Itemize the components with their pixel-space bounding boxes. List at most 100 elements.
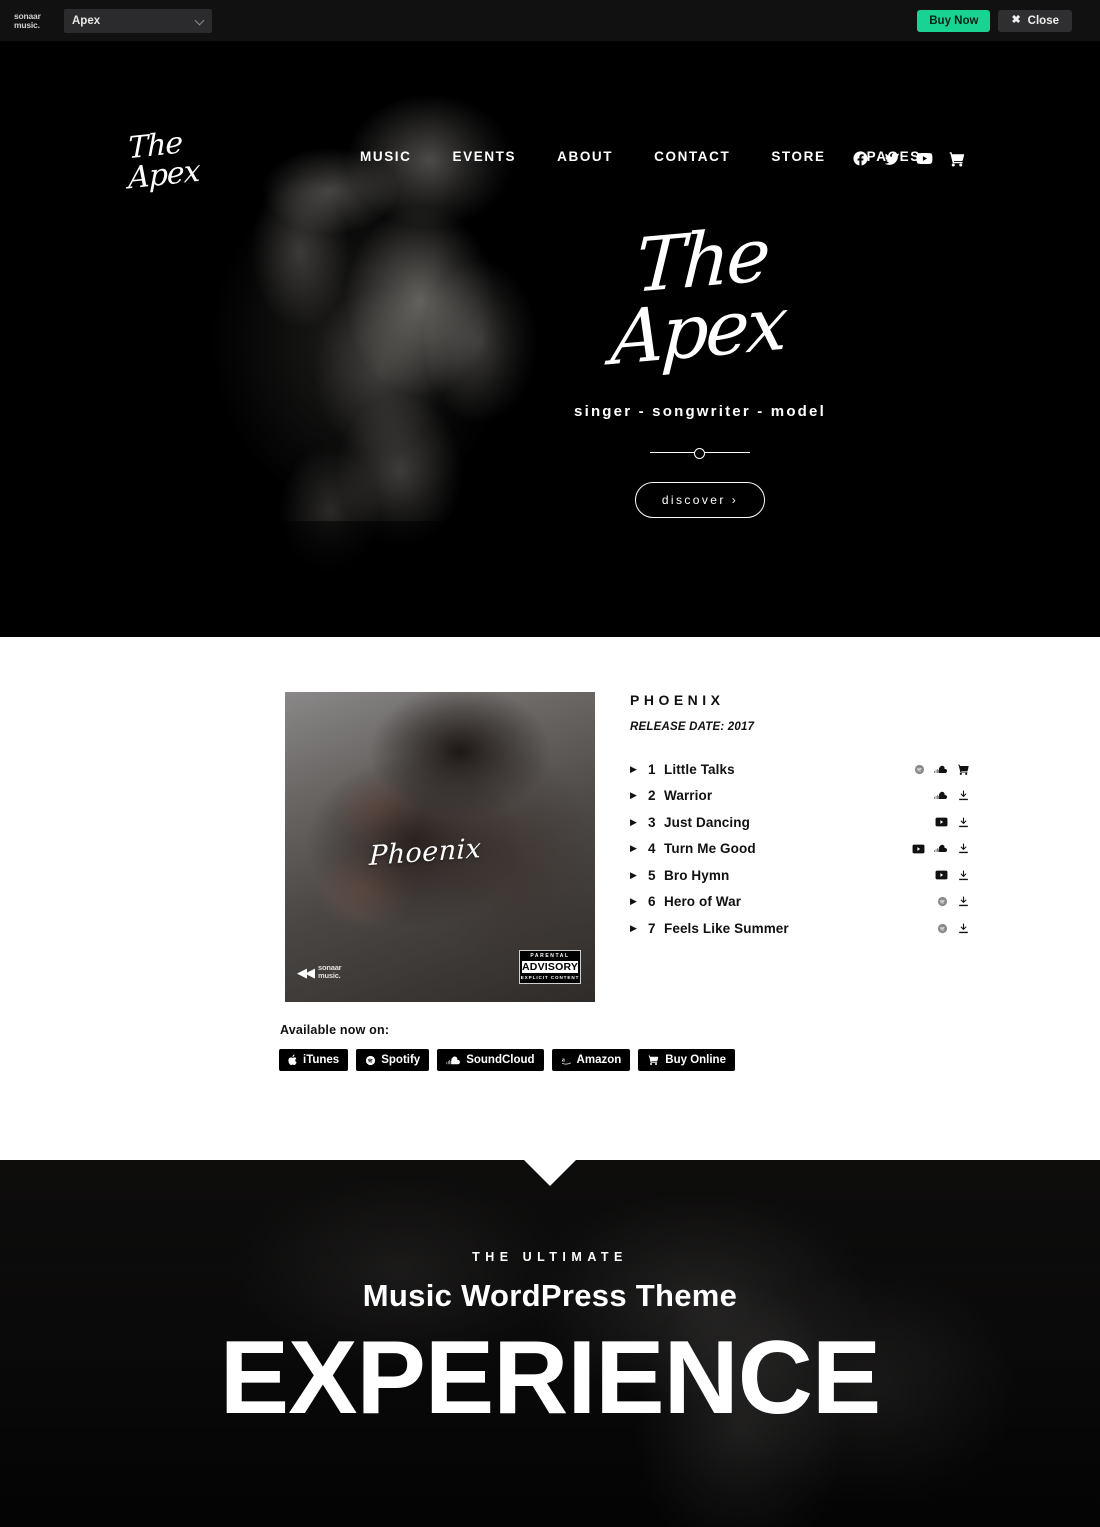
track-actions [892, 922, 970, 935]
track-actions [892, 763, 970, 776]
play-icon[interactable]: ▶ [630, 923, 648, 934]
track-number: 3 [648, 814, 656, 830]
track-actions [892, 842, 970, 855]
track-title: Bro Hymn [664, 867, 730, 883]
track-number: 1 [648, 761, 656, 777]
spotify-icon[interactable] [937, 923, 948, 934]
soundcloud-icon[interactable] [934, 790, 948, 801]
site-logo[interactable]: The Apex [128, 124, 227, 196]
track-row[interactable]: ▶ 5 Bro Hymn [630, 862, 970, 889]
experience-section: THE ULTIMATE Music WordPress Theme EXPER… [0, 1160, 1100, 1527]
rewind-icon: ◀◀ [297, 964, 315, 980]
buy-now-button[interactable]: Buy Now [917, 9, 991, 32]
cover-label-text: sonaar music. [318, 964, 342, 980]
album-cover-art[interactable]: Phoenix ◀◀ sonaar music. PARENTAL ADVISO… [285, 692, 595, 1002]
track-row[interactable]: ▶ 2 Warrior [630, 783, 970, 810]
download-icon[interactable] [957, 789, 970, 802]
track-row[interactable]: ▶ 3 Just Dancing [630, 809, 970, 836]
admin-bar-actions: Buy Now ✖ Close [917, 9, 1086, 32]
theme-select[interactable]: Apex [64, 8, 212, 33]
youtube-icon[interactable] [912, 844, 925, 854]
track-row[interactable]: ▶ 1 Little Talks [630, 756, 970, 783]
soundcloud-button[interactable]: SoundCloud [437, 1049, 544, 1071]
album-cover-signature: Phoenix [368, 832, 482, 873]
discover-button[interactable]: discover › [634, 481, 766, 518]
twitter-icon[interactable] [883, 150, 901, 168]
parental-advisory-badge: PARENTAL ADVISORY EXPLICIT CONTENT [519, 950, 581, 984]
soundcloud-icon[interactable] [934, 764, 948, 775]
track-title: Turn Me Good [664, 841, 756, 857]
soundcloud-icon[interactable] [934, 843, 948, 854]
chevron-down-icon [194, 15, 205, 25]
track-number: 6 [648, 894, 656, 910]
nav-item-store[interactable]: STORE [771, 149, 846, 164]
track-actions [892, 895, 970, 908]
youtube-icon[interactable] [935, 870, 948, 880]
experience-subtitle: Music WordPress Theme [362, 1278, 738, 1313]
spotify-icon[interactable] [914, 764, 925, 775]
spotify-button[interactable]: Spotify [356, 1049, 430, 1071]
track-title: Feels Like Summer [664, 920, 789, 936]
download-icon[interactable] [957, 895, 970, 908]
download-icon[interactable] [957, 869, 970, 882]
hero-bottom-fade [0, 521, 1100, 637]
spotify-icon [366, 1055, 376, 1065]
play-icon[interactable]: ▶ [630, 843, 648, 854]
advisory-top-text: PARENTAL [530, 953, 570, 959]
nav-item-about[interactable]: ABOUT [557, 149, 634, 164]
spotify-icon[interactable] [937, 896, 948, 907]
track-row[interactable]: ▶ 4 Turn Me Good [630, 836, 970, 863]
download-icon[interactable] [957, 922, 970, 935]
sonaar-logo-line2: music. [14, 19, 40, 30]
cover-label-line2: music. [318, 971, 341, 980]
site-header: The Apex MUSIC EVENTS ABOUT CONTACT STOR… [0, 41, 1100, 196]
itunes-button[interactable]: iTunes [279, 1049, 349, 1071]
admin-bar: sonaar music. Apex Buy Now ✖ Close [0, 0, 1100, 41]
spotify-button-label: Spotify [381, 1054, 421, 1066]
close-button[interactable]: ✖ Close [998, 9, 1072, 32]
hero-divider-dot [694, 447, 705, 459]
nav-item-events[interactable]: EVENTS [453, 149, 538, 164]
nav-item-music[interactable]: MUSIC [360, 149, 433, 164]
hero-divider [650, 446, 750, 460]
track-number: 2 [648, 788, 656, 804]
advisory-bottom-text: EXPLICIT CONTENT [520, 975, 580, 980]
track-actions [892, 869, 970, 882]
play-icon[interactable]: ▶ [630, 870, 648, 881]
youtube-icon[interactable] [915, 149, 934, 168]
theme-select-value: Apex [72, 14, 101, 27]
hero-content: The Apex singer - songwriter - model dis… [540, 212, 860, 518]
album-title: PHOENIX [630, 692, 725, 708]
cart-icon[interactable] [957, 763, 970, 776]
cart-icon[interactable] [948, 150, 966, 168]
download-icon[interactable] [957, 842, 970, 855]
play-icon[interactable]: ▶ [630, 790, 648, 801]
close-button-label: Close [1027, 14, 1059, 27]
available-now-label: Available now on: [280, 1023, 390, 1037]
buy-online-button[interactable]: Buy Online [638, 1049, 735, 1071]
download-icon[interactable] [957, 816, 970, 829]
nav-item-contact[interactable]: CONTACT [654, 149, 751, 164]
track-title: Little Talks [664, 761, 735, 777]
play-icon[interactable]: ▶ [630, 817, 648, 828]
play-icon[interactable]: ▶ [630, 896, 648, 907]
close-icon: ✖ [1011, 14, 1021, 26]
social-links [852, 149, 966, 168]
tracklist: ▶ 1 Little Talks ▶ 2 Warrior ▶ 3 Just Da… [630, 756, 970, 942]
soundcloud-button-label: SoundCloud [466, 1054, 535, 1066]
album-section: Phoenix ◀◀ sonaar music. PARENTAL ADVISO… [0, 637, 1100, 1160]
play-icon[interactable]: ▶ [630, 764, 648, 775]
track-actions [892, 816, 970, 829]
advisory-main-text: ADVISORY [522, 961, 579, 973]
track-row[interactable]: ▶ 6 Hero of War [630, 889, 970, 916]
chevron-right-icon: › [731, 492, 739, 507]
track-row[interactable]: ▶ 7 Feels Like Summer [630, 915, 970, 942]
soundcloud-icon [446, 1056, 461, 1064]
hero-subtitle: singer - songwriter - model [574, 402, 826, 420]
album-cover-record-label: ◀◀ sonaar music. [297, 964, 342, 980]
facebook-icon[interactable] [852, 150, 869, 167]
amazon-button[interactable]: a Amazon [551, 1049, 631, 1071]
youtube-icon[interactable] [935, 817, 948, 827]
track-title: Warrior [664, 788, 713, 804]
svg-text:a: a [561, 1057, 564, 1063]
